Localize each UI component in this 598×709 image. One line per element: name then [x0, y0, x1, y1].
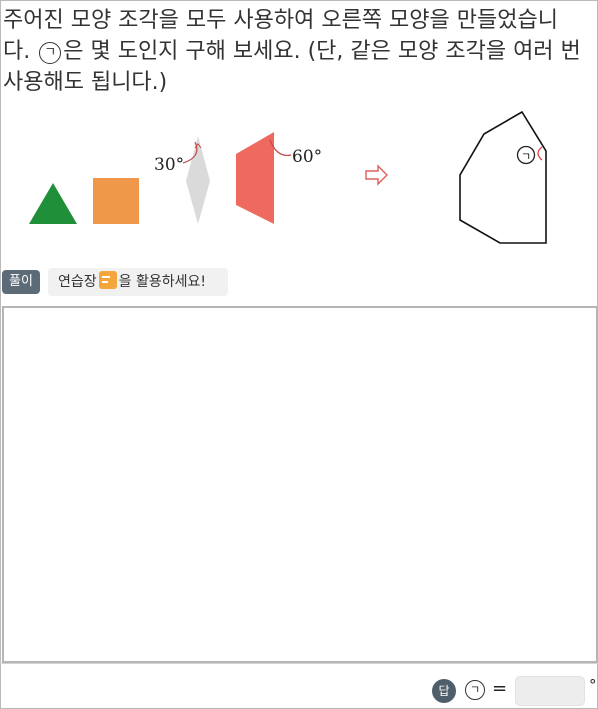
- solution-badge: 풀이: [2, 270, 40, 294]
- target-shape: [459, 110, 547, 244]
- question-text: 주어진 모양 조각을 모두 사용하여 오른쪽 모양을 만들었습니 다. ㄱ은 몇…: [3, 5, 595, 98]
- angle-marker-badge: ㄱ: [39, 42, 62, 64]
- problem-figure: 30° 60° ㄱ: [0, 100, 598, 250]
- question-line-2: 다. ㄱ은 몇 도인지 구해 보세요. (단, 같은 모양 조각을 여러 번: [3, 36, 595, 67]
- trapezoid-angle-label: 60°: [292, 147, 322, 167]
- question-line-1: 주어진 모양 조각을 모두 사용하여 오른쪽 모양을 만들었습니: [3, 8, 558, 33]
- rhombus-piece: [186, 136, 210, 224]
- hint-text-start: 연습장: [58, 274, 97, 290]
- notepad-icon: [98, 271, 117, 289]
- answer-divider: [0, 663, 598, 664]
- question-line-2-start: 다.: [3, 39, 38, 64]
- solution-work-area[interactable]: [2, 306, 598, 663]
- hint-text-end: 을 활용하세요!: [118, 274, 206, 290]
- answer-input[interactable]: [515, 676, 585, 706]
- answer-equals: =: [492, 678, 508, 699]
- answer-marker: ㄱ: [465, 680, 485, 700]
- figure-svg: 30° 60° ㄱ: [29, 110, 547, 244]
- answer-unit: °: [589, 676, 597, 694]
- target-marker-label: ㄱ: [521, 150, 531, 163]
- target-angle-arc: [537, 146, 543, 161]
- arrow-right-icon: [365, 164, 388, 186]
- question-line-3: 사용해도 됩니다.): [3, 70, 168, 95]
- rhombus-angle-label: 30°: [154, 155, 184, 175]
- question-line-2-end: 은 몇 도인지 구해 보세요. (단, 같은 모양 조각을 여러 번: [63, 39, 581, 64]
- answer-badge: 답: [432, 679, 456, 703]
- trapezoid-piece: [236, 132, 274, 224]
- notepad-hint-button[interactable]: 연습장 을 활용하세요!: [48, 268, 228, 296]
- square-piece: [93, 178, 139, 224]
- triangle-piece: [29, 183, 77, 224]
- answer-row: 답 ㄱ = °: [432, 676, 598, 706]
